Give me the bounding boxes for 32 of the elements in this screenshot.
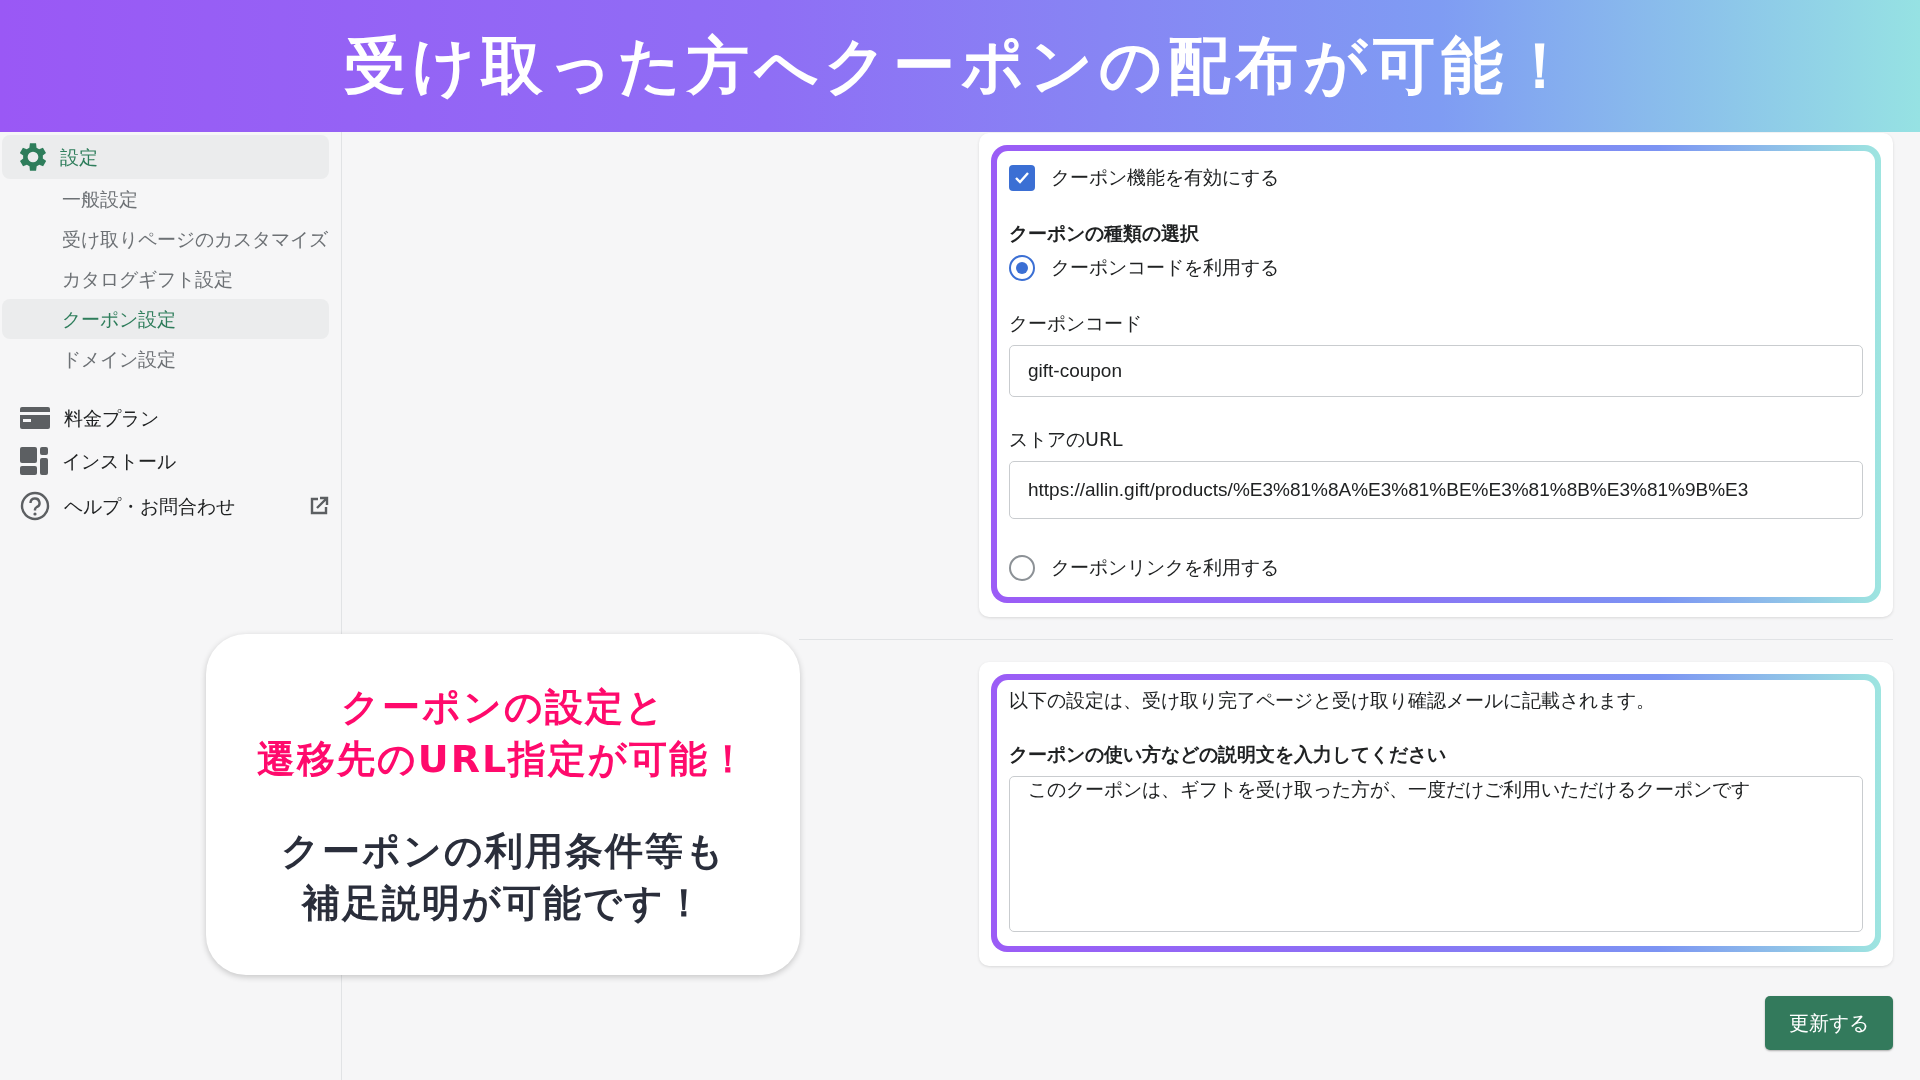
field-label: クーポンの使い方などの説明文を入力してください (1009, 742, 1447, 767)
checkbox-label: クーポン機能を有効にする (1051, 165, 1279, 190)
field-label: ストアのURL (1009, 427, 1124, 452)
sidebar-subitem[interactable]: カタログギフト設定 (2, 259, 329, 299)
sidebar-subitem[interactable]: ドメイン設定 (2, 339, 329, 379)
callout-text: クーポンの利用条件等も 補足説明が可能です！ (280, 827, 726, 927)
sidebar-subitem[interactable]: クーポン設定 (2, 299, 329, 339)
help-icon (20, 491, 50, 521)
sidebar-item[interactable]: 料金プラン (2, 397, 329, 439)
layout-icon (20, 447, 48, 475)
radio-label: クーポンコードを利用する (1051, 255, 1279, 280)
sidebar-item[interactable]: ヘルプ・お問合わせ (2, 483, 329, 529)
radio-label: クーポンリンクを利用する (1051, 555, 1279, 580)
info-text: 以下の設定は、受け取り完了ページと受け取り確認メールに記載されます。 (1009, 688, 1656, 713)
callout-highlight-text: クーポンの設定と 遷移先のURL指定が可能！ (256, 683, 750, 783)
sidebar-item[interactable]: 設定 (2, 135, 329, 179)
sidebar-item[interactable]: インストール (2, 439, 329, 483)
sidebar-subitem[interactable]: 受け取りページのカスタマイズ (2, 219, 329, 259)
checkbox[interactable] (1009, 165, 1035, 191)
credit-card-icon (20, 407, 50, 429)
field-label: クーポンコード (1009, 311, 1143, 336)
radio-button[interactable] (1009, 255, 1035, 281)
sidebar-subitem[interactable]: 一般設定 (2, 179, 329, 219)
section-title: クーポンの種類の選択 (1009, 221, 1200, 246)
update-button[interactable]: 更新する (1765, 996, 1893, 1050)
banner-title: 受け取った方へクーポンの配布が可能！ (343, 28, 1577, 104)
description-textarea[interactable]: このクーポンは、ギフトを受け取った方が、一度だけご利用いただけるクーポンです (1009, 776, 1863, 932)
checkmark-icon (1014, 171, 1030, 185)
gear-icon (20, 143, 46, 171)
text-field[interactable]: https://allin.gift/products/%E3%81%8A%E3%81%BE%E3%81%8B%E3%81%9B%E3 (1009, 461, 1863, 519)
text-field[interactable]: gift-coupon (1009, 345, 1863, 397)
radio-button[interactable] (1009, 555, 1035, 581)
